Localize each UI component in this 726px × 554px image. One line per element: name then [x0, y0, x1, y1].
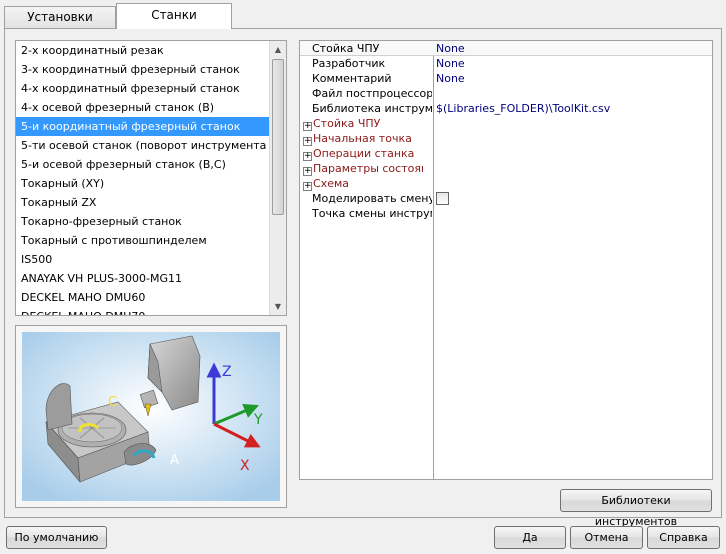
list-item[interactable]: 4-х координатный фрезерный станок	[16, 79, 270, 98]
help-button[interactable]: Справка	[647, 526, 720, 549]
axis-x-label: X	[240, 458, 250, 474]
property-value[interactable]: None	[436, 56, 465, 71]
list-item[interactable]: Токарный с противошпинделем	[16, 231, 270, 250]
property-row[interactable]: Файл постпроцессора	[300, 86, 712, 101]
list-item[interactable]: IS500	[16, 250, 270, 269]
property-name: Библиотека инструментов	[312, 102, 432, 115]
property-name: Моделировать смену инструмента	[312, 192, 432, 205]
property-row[interactable]: +Начальная точка	[300, 131, 712, 146]
property-name: Разработчик	[312, 57, 386, 70]
property-value[interactable]: None	[436, 71, 465, 86]
machine-list-items: 2-х координатный резак 3-х координатный ф…	[16, 41, 286, 315]
scroll-thumb[interactable]	[272, 59, 284, 215]
machine-illustration: C A Z Y X	[22, 332, 280, 501]
property-row[interactable]: Точка смены инструмента	[300, 206, 712, 221]
ok-button[interactable]: Да	[494, 526, 566, 549]
tab-bar: Установки Станки	[0, 0, 726, 29]
property-name: Комментарий	[312, 72, 392, 85]
property-row[interactable]: +Параметры состояния станка	[300, 161, 712, 176]
property-group-label: Параметры состояния станка	[313, 162, 423, 175]
default-button[interactable]: По умолчанию	[6, 526, 107, 549]
expand-plus-icon[interactable]: +	[303, 167, 312, 176]
cancel-button[interactable]: Отмена	[570, 526, 643, 549]
tab-machines[interactable]: Станки	[116, 3, 232, 29]
property-rows: Стойка ЧПУ None Разработчик None Комментарий…	[300, 41, 712, 221]
machine-list[interactable]: 2-х координатный резак 3-х координатный ф…	[15, 40, 287, 316]
property-row[interactable]: +Схема	[300, 176, 712, 191]
list-item[interactable]: DECKEL MAHO DMU70	[16, 307, 270, 315]
tool-libraries-button[interactable]: Библиотеки инструментов	[560, 489, 712, 528]
property-row[interactable]: +Операции станка	[300, 146, 712, 161]
expand-plus-icon[interactable]: +	[303, 182, 312, 191]
list-item[interactable]: 4-х осевой фрезерный станок (B)	[16, 98, 270, 117]
property-group: +Схема	[303, 176, 423, 191]
list-item[interactable]: 5-ти осевой станок (поворот инструмента …	[16, 136, 270, 155]
property-name: Стойка ЧПУ	[312, 42, 380, 55]
list-item[interactable]: 3-х координатный фрезерный станок	[16, 60, 270, 79]
list-item[interactable]: Токарный ZX	[16, 193, 270, 212]
machine-preview: C A Z Y X	[15, 325, 287, 508]
property-row[interactable]: +Стойка ЧПУ	[300, 116, 712, 131]
scroll-up-icon[interactable]: ▲	[270, 41, 286, 58]
property-name: Точка смены инструмента	[312, 207, 432, 220]
axis-a-label: A	[170, 453, 179, 468]
property-row[interactable]: Разработчик None	[300, 56, 712, 71]
property-group: +Операции станка	[303, 146, 423, 161]
property-row[interactable]: Библиотека инструментов $(Libraries_FOLDE…	[300, 101, 712, 116]
property-group-label: Стойка ЧПУ	[313, 117, 381, 130]
property-value[interactable]: None	[436, 41, 465, 56]
list-item[interactable]: 5-и осевой фрезерный станок (B,C)	[16, 155, 270, 174]
list-item[interactable]: 5-и координатный фрезерный станок	[16, 117, 270, 136]
property-group-label: Начальная точка	[313, 132, 412, 145]
expand-plus-icon[interactable]: +	[303, 137, 312, 146]
property-group: +Параметры состояния станка	[303, 161, 423, 176]
property-row[interactable]: Моделировать смену инструмента	[300, 191, 712, 206]
axis-z-label: Z	[222, 364, 232, 380]
property-name: Файл постпроцессора	[312, 87, 432, 100]
simulate-tool-change-checkbox[interactable]	[436, 192, 449, 205]
expand-plus-icon[interactable]: +	[303, 122, 312, 131]
list-item[interactable]: Токарный (XY)	[16, 174, 270, 193]
property-group: +Начальная точка	[303, 131, 423, 146]
list-scrollbar[interactable]: ▲ ▼	[269, 41, 286, 315]
list-item[interactable]: ANAYAK VH PLUS-3000-MG11	[16, 269, 270, 288]
property-group-label: Схема	[313, 177, 349, 190]
property-grid: Стойка ЧПУ None Разработчик None Комментарий…	[299, 40, 713, 480]
property-row[interactable]: Стойка ЧПУ None	[300, 41, 712, 56]
property-group: +Стойка ЧПУ	[303, 116, 423, 131]
property-group-label: Операции станка	[313, 147, 415, 160]
axis-c-label: C	[108, 395, 117, 410]
axis-y-label: Y	[253, 412, 263, 428]
expand-plus-icon[interactable]: +	[303, 152, 312, 161]
list-item[interactable]: 2-х координатный резак	[16, 41, 270, 60]
property-row[interactable]: Комментарий None	[300, 71, 712, 86]
scroll-down-icon[interactable]: ▼	[270, 298, 286, 315]
tab-settings[interactable]: Установки	[4, 6, 116, 28]
list-item[interactable]: DECKEL MAHO DMU60	[16, 288, 270, 307]
list-item[interactable]: Токарно-фрезерный станок	[16, 212, 270, 231]
property-value[interactable]: $(Libraries_FOLDER)\ToolKit.csv	[436, 101, 610, 116]
